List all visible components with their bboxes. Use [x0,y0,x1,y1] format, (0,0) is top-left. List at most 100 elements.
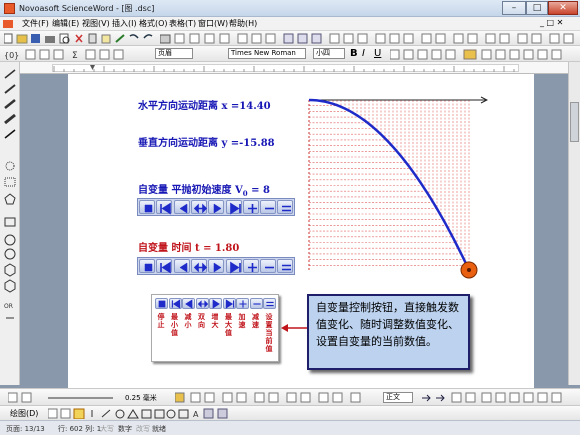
menu-bar: 文件(F) 编辑(E) 视图(V) 插入(I) 格式(O) 表格(T) 窗口(W… [0,17,580,31]
decrease-icon [179,203,187,214]
menu-file[interactable]: 文件(F) [22,18,49,29]
line-width-select[interactable]: 0.25 毫米 [125,393,157,403]
stop-icon [144,263,153,272]
ctrl-decrease-button[interactable] [173,259,190,273]
legend-stop-button [155,298,168,309]
format-tools[interactable] [160,33,580,44]
legend-decelerate-button [249,298,263,309]
vertical-scrollbar[interactable] [568,62,580,385]
vertical-distance-line: 垂直方向运动距离 y =-15.88 [138,138,275,149]
paragraph-style-select[interactable]: 正文 [383,392,413,403]
draw-shape-tools[interactable]: A [48,408,248,419]
set-value-icon [266,301,274,307]
increase-icon [213,262,222,273]
ctrl-stop-button[interactable] [139,200,155,214]
both-icon [193,203,207,214]
menu-view[interactable]: 视图(V) [82,18,110,29]
menu-edit[interactable]: 编辑(E) [52,18,79,29]
var1-label: 自变量 平抛初始速度 V [138,185,243,196]
legend-buttons [155,298,277,310]
ctrl-accelerate-button[interactable] [242,200,259,214]
ctrl-stop-button[interactable] [139,259,155,273]
close-button[interactable]: ✕ [548,1,578,15]
ball-center [467,268,471,272]
line-style-toolbar: 0.25 毫米 正文 [0,388,580,405]
set-value-icon [282,205,292,212]
minimize-button[interactable]: – [502,1,526,15]
menu-table[interactable]: 表格(T) [169,18,196,29]
max-icon [229,202,241,215]
ctrl-both-button[interactable] [190,200,207,214]
ctrl-accelerate-button[interactable] [242,259,259,273]
accelerate-icon [239,300,247,308]
ruler-ticks [53,65,515,72]
ctrl-min-button[interactable] [156,259,173,274]
decelerate-icon [265,207,275,210]
ctrl-increase-button[interactable] [208,259,225,273]
legend-accelerate-button [236,298,249,309]
set-value-icon [282,264,292,271]
size-select[interactable]: 小四 [313,48,345,59]
callout-arrow [281,324,307,332]
italic-button[interactable]: I [362,48,365,59]
decrease-icon [179,262,187,273]
accelerate-icon [247,263,257,272]
drawing-toolbar: 绘图(D) A [0,405,580,420]
ctrl-decrease-button[interactable] [173,200,190,214]
doc-icon [3,20,13,28]
menu-help[interactable]: 帮助(H) [229,18,257,29]
status-caps: 大写 [100,425,114,433]
status-page: 页面: 13/13 [6,425,45,433]
file-tools[interactable] [4,33,154,44]
status-position: 行: 602 列: 1 [58,425,102,433]
bold-button[interactable]: B [350,48,358,59]
legend-label-both: 双向 [198,313,205,329]
svg-text:OR: OR [4,303,13,310]
draw-menu[interactable]: 绘图(D) [10,408,38,419]
line-tools[interactable] [8,392,128,403]
doc-window-controls[interactable]: _ □ ✕ [540,18,563,27]
menu-format[interactable]: 格式(O) [139,18,168,29]
scroll-thumb[interactable] [570,102,579,142]
both-icon [193,262,207,273]
legend-label-decrease: 减小 [184,313,192,329]
ctrl-max-button[interactable] [225,259,242,274]
status-overwrite: 改写 [136,425,150,433]
status-ready: 就绪 [152,425,166,433]
drawing-tool-icons[interactable]: OR [3,68,17,368]
align-tools[interactable] [390,49,575,60]
ctrl-both-button[interactable] [190,259,207,273]
font-select[interactable]: Times New Roman [228,48,306,59]
shape-format-tools[interactable] [175,392,375,403]
legend-increase-button [209,298,222,309]
increase-icon [213,203,222,214]
formatting-toolbar: {0} Σ 页眉 Times New Roman 小四 B I U [0,46,580,62]
ctrl-increase-button[interactable] [208,200,225,214]
maximize-button[interactable]: □ [526,1,548,15]
title-bar: Novoasoft ScienceWord - [图 .dsc] – □ ✕ [0,0,580,17]
legend-label-increase: 增大 [211,313,219,329]
ctrl-decelerate-button[interactable] [260,200,277,214]
ctrl-min-button[interactable] [156,200,173,215]
style-select[interactable]: 页眉 [155,48,193,59]
accelerate-icon [247,204,257,213]
ctrl-set-value-button[interactable] [277,200,294,214]
legend-label-set-value: 设置当前值 [265,313,273,353]
stop-icon [144,204,153,213]
control-legend: 停止 最小值 减小 双向 增大 最大值 加速 减速 设置当前值 [151,294,279,362]
svg-text:{0}: {0} [4,51,19,60]
ctrl-set-value-button[interactable] [277,259,294,273]
underline-button[interactable]: U [374,48,381,59]
ctrl-decelerate-button[interactable] [260,259,277,273]
status-num: 数字 [118,425,132,433]
nav-tools[interactable] [420,392,570,403]
menu-window[interactable]: 窗口(W) [198,18,228,29]
both-icon [197,300,208,308]
decelerate-icon [265,266,275,269]
decelerate-icon [252,303,261,305]
control-bar-time [137,257,295,275]
para-tools[interactable]: {0} Σ [4,49,154,60]
ctrl-max-button[interactable] [225,200,242,215]
legend-decrease-button [182,298,195,309]
menu-insert[interactable]: 插入(I) [112,18,137,29]
